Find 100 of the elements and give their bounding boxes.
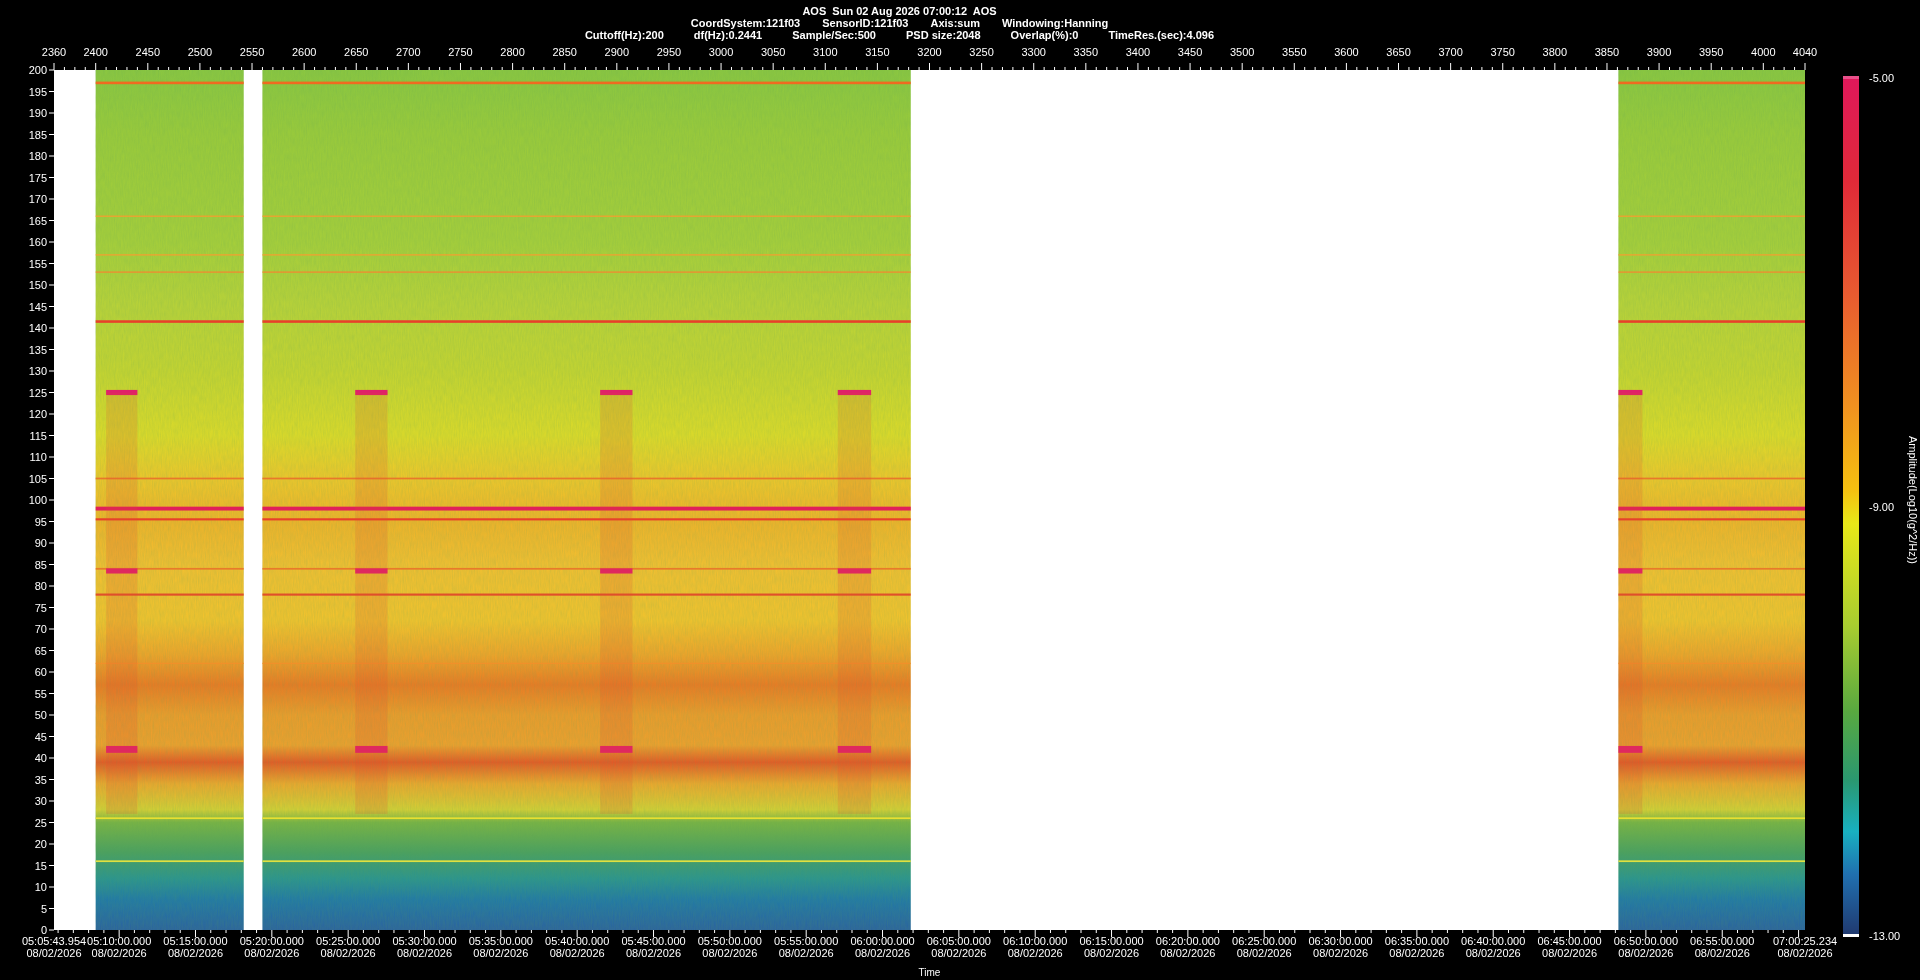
time-label: 05:40:00.000	[545, 935, 610, 947]
date-label: 08/02/2026	[1542, 947, 1598, 959]
time-label: 05:25:00.000	[316, 935, 381, 947]
time-label: 05:10:00.000	[87, 935, 152, 947]
info-text: SensorID:121f03	[822, 17, 909, 29]
axis-label: 175	[28, 172, 47, 183]
date-label: 08/02/2026	[778, 947, 834, 959]
date-label: 08/02/2026	[1160, 947, 1216, 959]
axis-label: 3950	[1698, 46, 1724, 58]
axis-label: 85	[34, 559, 47, 570]
axis-label: 2450	[135, 46, 161, 58]
axis-label: 55	[34, 688, 47, 699]
axis-label: 3700	[1438, 46, 1463, 58]
axis-label: 115	[29, 430, 47, 441]
axis-label: 3300	[1021, 46, 1046, 58]
date-label: 08/02/2026	[91, 947, 147, 959]
axis-label: 120	[28, 408, 47, 420]
axis-label: 3800	[1542, 46, 1568, 58]
axis-label: 40	[34, 752, 47, 764]
axis-label: 50	[34, 709, 47, 721]
axis-label: 2850	[552, 46, 577, 58]
chart-title: AOS Sun 02 Aug 2026 07:00:12 AOS	[802, 5, 997, 17]
axis-label: 3900	[1646, 46, 1672, 58]
date-label: 08/02/2026	[1313, 947, 1369, 959]
axis-label: 10	[34, 881, 47, 893]
axis-label: 155	[28, 258, 47, 269]
axis-label: 75	[34, 602, 47, 613]
axis-label: 3600	[1334, 46, 1359, 58]
date-label: 08/02/2026	[1389, 947, 1445, 959]
axis-label: 185	[28, 129, 47, 140]
info-text: TimeRes.(sec):4.096	[1108, 29, 1215, 41]
axis-label: 140	[28, 322, 47, 334]
date-label: 08/02/2026	[931, 947, 987, 959]
axis-label: 3100	[813, 46, 838, 58]
time-label: 05:50:00.000	[697, 935, 762, 947]
date-label: 08/02/2026	[1236, 947, 1292, 959]
time-label: 06:50:00.000	[1613, 935, 1678, 947]
date-label: 08/02/2026	[396, 947, 452, 959]
time-label: 06:35:00.000	[1384, 935, 1449, 947]
info-text: Windowing:Hanning	[1002, 17, 1109, 29]
axis-label: 195	[28, 86, 47, 97]
axis-label: 2900	[604, 46, 630, 58]
date-label: 08/02/2026	[702, 947, 758, 959]
time-label: 06:20:00.000	[1155, 935, 1220, 947]
axis-label: 2750	[448, 46, 473, 58]
axis-label: 3200	[917, 46, 942, 58]
axis-label: 2800	[500, 46, 525, 58]
date-label: 08/02/2026	[473, 947, 529, 959]
axis-label: 130	[28, 365, 47, 377]
axis-label: 3150	[865, 46, 890, 58]
date-label: 08/02/2026	[26, 947, 82, 959]
time-label: 05:55:00.000	[774, 935, 839, 947]
axis-label: 2360	[41, 46, 67, 58]
axis-label: 80	[34, 580, 47, 592]
axis-label: 4000	[1751, 46, 1776, 58]
info-text: CoordSystem:121f03	[690, 17, 801, 29]
time-label: 06:55:00.000	[1690, 935, 1755, 947]
colorbar-label: -5.00	[1869, 72, 1895, 84]
time-label: 06:40:00.000	[1461, 935, 1526, 947]
axis-label: 3350	[1073, 46, 1099, 58]
axis-label: 3050	[760, 46, 786, 58]
time-label: 06:45:00.000	[1537, 935, 1602, 947]
axis-label: 2950	[656, 46, 682, 58]
date-label: 08/02/2026	[855, 947, 911, 959]
axis-label: 2650	[344, 46, 369, 58]
axis-label: 110	[29, 451, 47, 463]
axis-label: 3550	[1282, 46, 1307, 58]
time-label: 06:30:00.000	[1308, 935, 1373, 947]
time-label: 06:00:00.000	[850, 935, 915, 947]
axis-label: 95	[34, 516, 47, 527]
date-label: 08/02/2026	[1618, 947, 1674, 959]
axis-label: 105	[28, 473, 47, 484]
date-label: 08/02/2026	[1777, 947, 1833, 959]
date-label: 08/02/2026	[1465, 947, 1521, 959]
info-text: Overlap(%):0	[1010, 29, 1079, 41]
date-label: 08/02/2026	[626, 947, 682, 959]
axis-label: 145	[28, 301, 47, 312]
info-text: df(Hz):0.2441	[693, 29, 763, 41]
date-label: 08/02/2026	[1694, 947, 1750, 959]
axis-label: 100	[28, 494, 47, 506]
axis-label: 30	[34, 795, 47, 807]
axis-label: 3750	[1490, 46, 1515, 58]
axis-label: 4040	[1792, 46, 1818, 58]
colorbar-label: -9.00	[1869, 501, 1895, 513]
date-label: 08/02/2026	[549, 947, 605, 959]
colorbar-title: Amplitude(Log10(g^2/Hz))	[1906, 435, 1918, 565]
axis-label: 3650	[1386, 46, 1411, 58]
axis-label: 2700	[396, 46, 421, 58]
axis-label: 2600	[291, 46, 317, 58]
axis-label: 3450	[1177, 46, 1203, 58]
colorbar-label: -13.00	[1869, 930, 1901, 942]
axis-label: 70	[34, 623, 47, 635]
axis-label: 160	[28, 236, 47, 248]
axis-label: 200	[28, 64, 47, 76]
date-label: 08/02/2026	[1007, 947, 1063, 959]
axis-label: 45	[34, 731, 47, 742]
time-label: 05:20:00.000	[239, 935, 304, 947]
date-label: 08/02/2026	[167, 947, 223, 959]
time-label: 06:10:00.000	[1003, 935, 1068, 947]
axis-label: 90	[34, 537, 47, 549]
